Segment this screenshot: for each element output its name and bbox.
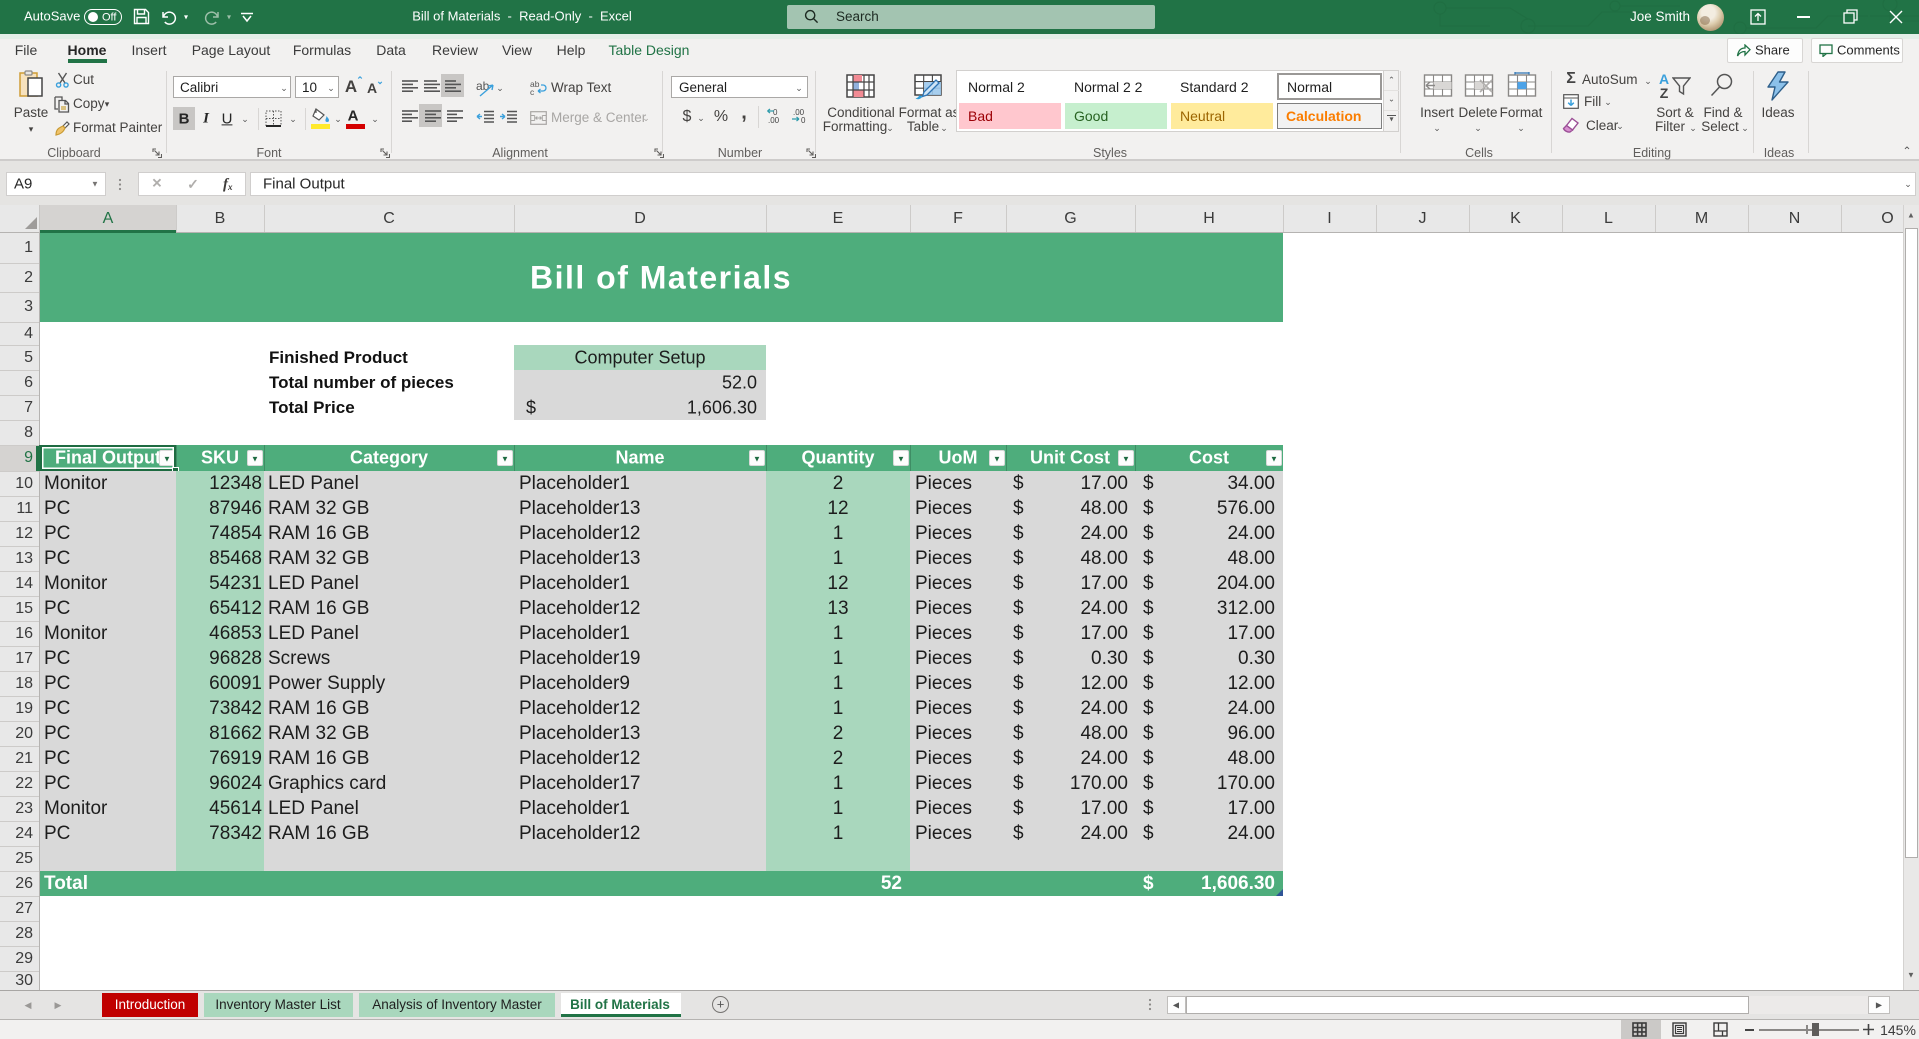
- svg-text:0: 0: [801, 116, 806, 124]
- svg-text:.00: .00: [768, 116, 780, 124]
- svg-text:ab: ab: [476, 79, 490, 93]
